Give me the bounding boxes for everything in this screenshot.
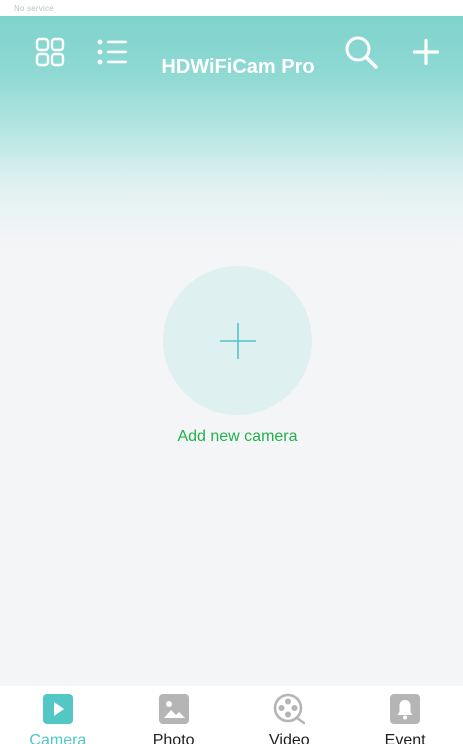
- nav-label-camera: Camera: [29, 732, 87, 744]
- plus-icon: [219, 322, 256, 359]
- nav-item-video[interactable]: Video: [232, 686, 348, 744]
- grid-view-icon[interactable]: [32, 34, 68, 70]
- bottom-nav: Camera Photo Video Event: [0, 686, 463, 744]
- toolbar: HDWiFiCam Pro: [0, 16, 463, 90]
- nav-item-event[interactable]: Event: [347, 686, 463, 744]
- app-screen: No service HDWiFiCam Pro Add new camera …: [0, 0, 463, 744]
- nav-item-photo[interactable]: Photo: [116, 686, 232, 744]
- nav-label-video: Video: [269, 732, 310, 744]
- nav-item-camera[interactable]: Camera: [0, 686, 116, 744]
- nav-label-event: Event: [384, 732, 426, 744]
- camera-play-icon: [41, 693, 75, 725]
- list-view-icon[interactable]: [95, 34, 131, 70]
- status-bar: No service: [0, 0, 463, 16]
- app-title: HDWiFiCam Pro: [161, 56, 315, 78]
- search-icon[interactable]: [343, 34, 379, 70]
- add-camera-label[interactable]: Add new camera: [120, 428, 355, 446]
- status-bar-text: No service: [14, 4, 54, 13]
- nav-label-photo: Photo: [152, 732, 195, 744]
- add-icon[interactable]: [408, 34, 444, 70]
- photo-icon: [157, 693, 191, 725]
- bell-icon: [388, 693, 422, 725]
- add-camera-button[interactable]: [163, 266, 312, 415]
- video-reel-icon: [272, 693, 306, 725]
